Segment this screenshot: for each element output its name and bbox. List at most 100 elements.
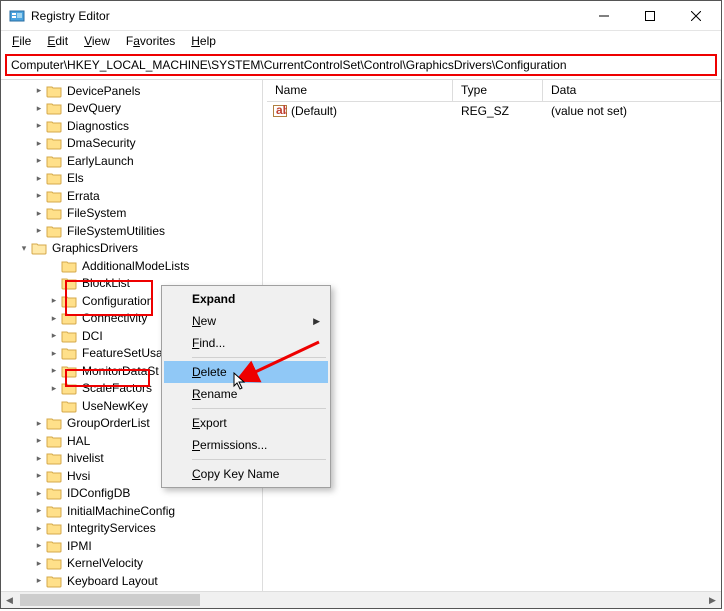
ctx-find[interactable]: Find...: [164, 332, 328, 354]
col-data[interactable]: Data: [543, 80, 721, 101]
col-name[interactable]: Name: [267, 80, 453, 101]
tree-item[interactable]: ▸FileSystemUtilities: [3, 222, 262, 240]
chevron-right-icon[interactable]: ▸: [33, 435, 45, 447]
scroll-right-button[interactable]: ▶: [704, 592, 721, 608]
tree-item-label: Keyboard Layout: [65, 574, 160, 588]
scroll-thumb[interactable]: [20, 594, 200, 606]
chevron-right-icon[interactable]: ▸: [33, 155, 45, 167]
tree-item-label: Configuration: [80, 294, 155, 308]
col-type[interactable]: Type: [453, 80, 543, 101]
chevron-right-icon[interactable]: ▸: [33, 575, 45, 587]
tree-item[interactable]: ▸ EarlyLaunch: [3, 152, 262, 170]
tree-item[interactable]: ▸ IPMI: [3, 537, 262, 555]
tree-item-label: MonitorDataSt: [80, 364, 161, 378]
tree-item-label: GraphicsDrivers: [50, 241, 140, 255]
window-title: Registry Editor: [31, 9, 581, 23]
list-hscrollbar[interactable]: ◀ ▶: [1, 591, 721, 608]
chevron-right-icon[interactable]: ▸: [33, 417, 45, 429]
folder-icon: [46, 136, 62, 150]
client-area: ▸DevicePanels▸DevQuery▸Diagnostics▸DmaSe…: [1, 79, 721, 608]
chevron-right-icon[interactable]: ▸: [33, 452, 45, 464]
tree-item[interactable]: ▸Errata: [3, 187, 262, 205]
tree-item[interactable]: ▾ GraphicsDrivers: [3, 240, 262, 258]
chevron-right-icon[interactable]: ▸: [33, 522, 45, 534]
list-header: Name Type Data: [267, 80, 721, 102]
chevron-right-icon[interactable]: ▸: [33, 137, 45, 149]
folder-icon: [46, 504, 62, 518]
chevron-right-icon[interactable]: ▸: [48, 330, 60, 342]
chevron-right-icon[interactable]: ▸: [33, 102, 45, 114]
address-input[interactable]: [11, 58, 711, 72]
tree-item-label: Els: [65, 171, 86, 185]
chevron-right-icon[interactable]: ▸: [33, 540, 45, 552]
ctx-delete[interactable]: Delete: [164, 361, 328, 383]
value-list-pane[interactable]: Name Type Data ab (Default) REG_SZ (valu…: [267, 80, 721, 608]
value-type: REG_SZ: [453, 104, 543, 118]
menu-help[interactable]: Help: [184, 32, 223, 50]
chevron-right-icon[interactable]: ▸: [33, 225, 45, 237]
chevron-right-icon[interactable]: ▸: [33, 120, 45, 132]
menu-file[interactable]: File: [5, 32, 38, 50]
ctx-export[interactable]: Export: [164, 412, 328, 434]
ctx-new[interactable]: New▶: [164, 310, 328, 332]
maximize-button[interactable]: [627, 1, 673, 30]
chevron-right-icon[interactable]: ▸: [33, 190, 45, 202]
menu-view[interactable]: View: [77, 32, 117, 50]
menu-edit[interactable]: Edit: [40, 32, 75, 50]
folder-icon: [61, 294, 77, 308]
menu-favorites[interactable]: Favorites: [119, 32, 182, 50]
folder-icon: [46, 119, 62, 133]
chevron-right-icon[interactable]: ▸: [48, 295, 60, 307]
context-menu: Expand New▶ Find... Delete Rename Export…: [161, 285, 331, 488]
ctx-permissions[interactable]: Permissions...: [164, 434, 328, 456]
chevron-right-icon[interactable]: ▸: [33, 505, 45, 517]
chevron-right-icon[interactable]: ▸: [48, 365, 60, 377]
tree-item[interactable]: ▸InitialMachineConfig: [3, 502, 262, 520]
chevron-right-icon[interactable]: ▸: [33, 470, 45, 482]
tree-item[interactable]: ▸ DmaSecurity: [3, 135, 262, 153]
tree-item[interactable]: ▸KernelVelocity: [3, 555, 262, 573]
tree-item-label: UseNewKey: [80, 399, 150, 413]
tree-item-label: DmaSecurity: [65, 136, 138, 150]
chevron-right-icon[interactable]: ▸: [33, 207, 45, 219]
folder-icon: [46, 206, 62, 220]
tree-item-label: IPMI: [65, 539, 94, 553]
folder-icon: [61, 259, 77, 273]
chevron-right-icon[interactable]: ▸: [33, 85, 45, 97]
value-row[interactable]: ab (Default) REG_SZ (value not set): [267, 102, 721, 120]
folder-icon: [61, 329, 77, 343]
tree-item-label: DevQuery: [65, 101, 123, 115]
tree-item-label: IDConfigDB: [65, 486, 132, 500]
chevron-right-icon[interactable]: ▸: [33, 172, 45, 184]
value-name: (Default): [291, 104, 337, 118]
tree-item-label: EarlyLaunch: [65, 154, 136, 168]
folder-icon: [46, 189, 62, 203]
tree-item[interactable]: ▸ Els: [3, 170, 262, 188]
chevron-right-icon[interactable]: ▸: [48, 312, 60, 324]
chevron-right-icon[interactable]: ▸: [48, 347, 60, 359]
scroll-left-button[interactable]: ◀: [1, 592, 18, 608]
tree-item-label: DevicePanels: [65, 84, 142, 98]
tree-item[interactable]: AdditionalModeLists: [3, 257, 262, 275]
folder-icon: [46, 171, 62, 185]
folder-icon: [46, 539, 62, 553]
tree-item[interactable]: ▸ DevicePanels: [3, 82, 262, 100]
tree-item[interactable]: ▸FileSystem: [3, 205, 262, 223]
ctx-expand[interactable]: Expand: [164, 288, 328, 310]
titlebar: Registry Editor: [1, 1, 721, 31]
tree-item[interactable]: ▸ Keyboard Layout: [3, 572, 262, 590]
tree-item[interactable]: ▸ DevQuery: [3, 100, 262, 118]
close-button[interactable]: [673, 1, 719, 30]
tree-item[interactable]: ▸IntegrityServices: [3, 520, 262, 538]
tree-item[interactable]: ▸Diagnostics: [3, 117, 262, 135]
ctx-copy-key-name[interactable]: Copy Key Name: [164, 463, 328, 485]
folder-icon: [46, 521, 62, 535]
minimize-button[interactable]: [581, 1, 627, 30]
chevron-right-icon[interactable]: ▸: [48, 382, 60, 394]
chevron-right-icon[interactable]: ▸: [33, 487, 45, 499]
folder-icon: [61, 381, 77, 395]
chevron-right-icon[interactable]: ▸: [33, 557, 45, 569]
tree-item-label: hivelist: [65, 451, 106, 465]
chevron-down-icon[interactable]: ▾: [18, 242, 30, 254]
ctx-rename[interactable]: Rename: [164, 383, 328, 405]
